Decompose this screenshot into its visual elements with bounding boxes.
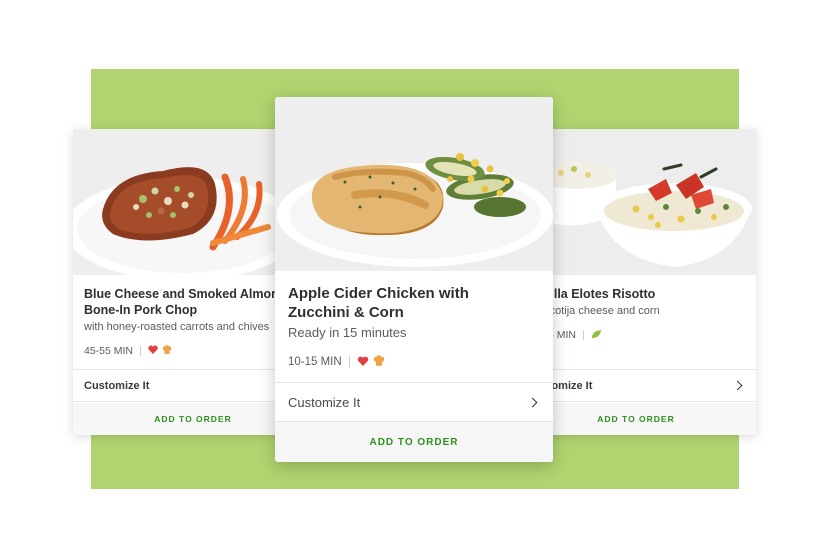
recipe-subtitle: with cotija cheese and corn xyxy=(527,305,660,317)
recipe-meta: 35-45 MIN xyxy=(527,328,745,342)
customize-label: Customize It xyxy=(84,379,150,392)
customize-label: Customize It xyxy=(288,394,361,410)
cook-time: 10-15 MIN xyxy=(288,356,342,368)
recipe-title[interactable]: Tortilla Elotes Risotto xyxy=(527,286,745,302)
recipe-title[interactable]: Blue Cheese and Smoked Almond Bone-In Po… xyxy=(84,286,302,318)
heart-icon xyxy=(357,356,369,369)
leaf-icon xyxy=(591,329,602,342)
recipe-title[interactable]: Apple Cider Chicken with Zucchini & Corn xyxy=(288,284,540,322)
divider xyxy=(140,346,142,356)
recipe-photo-apple-cider-chicken xyxy=(275,97,553,271)
cook-time: 45-55 MIN xyxy=(84,345,134,357)
chef-hat-icon xyxy=(162,344,172,358)
heart-icon xyxy=(148,345,158,357)
customize-row[interactable]: Customize It xyxy=(275,382,553,422)
chevron-right-icon[interactable] xyxy=(732,380,743,391)
divider xyxy=(348,356,350,368)
add-to-order-button[interactable]: ADD TO ORDER xyxy=(275,422,553,462)
recipe-subtitle: with honey-roasted carrots and chives xyxy=(84,321,270,333)
recipe-card-apple-cider-chicken[interactable]: Apple Cider Chicken with Zucchini & Corn… xyxy=(275,97,553,462)
recipe-meta: 45-55 MIN xyxy=(84,344,302,358)
recipe-meta: 10-15 MIN xyxy=(288,354,540,370)
chef-hat-icon xyxy=(373,354,385,370)
chevron-right-icon[interactable] xyxy=(527,397,538,407)
recipe-subtitle: Ready in 15 minutes xyxy=(288,325,407,340)
divider xyxy=(583,330,585,340)
